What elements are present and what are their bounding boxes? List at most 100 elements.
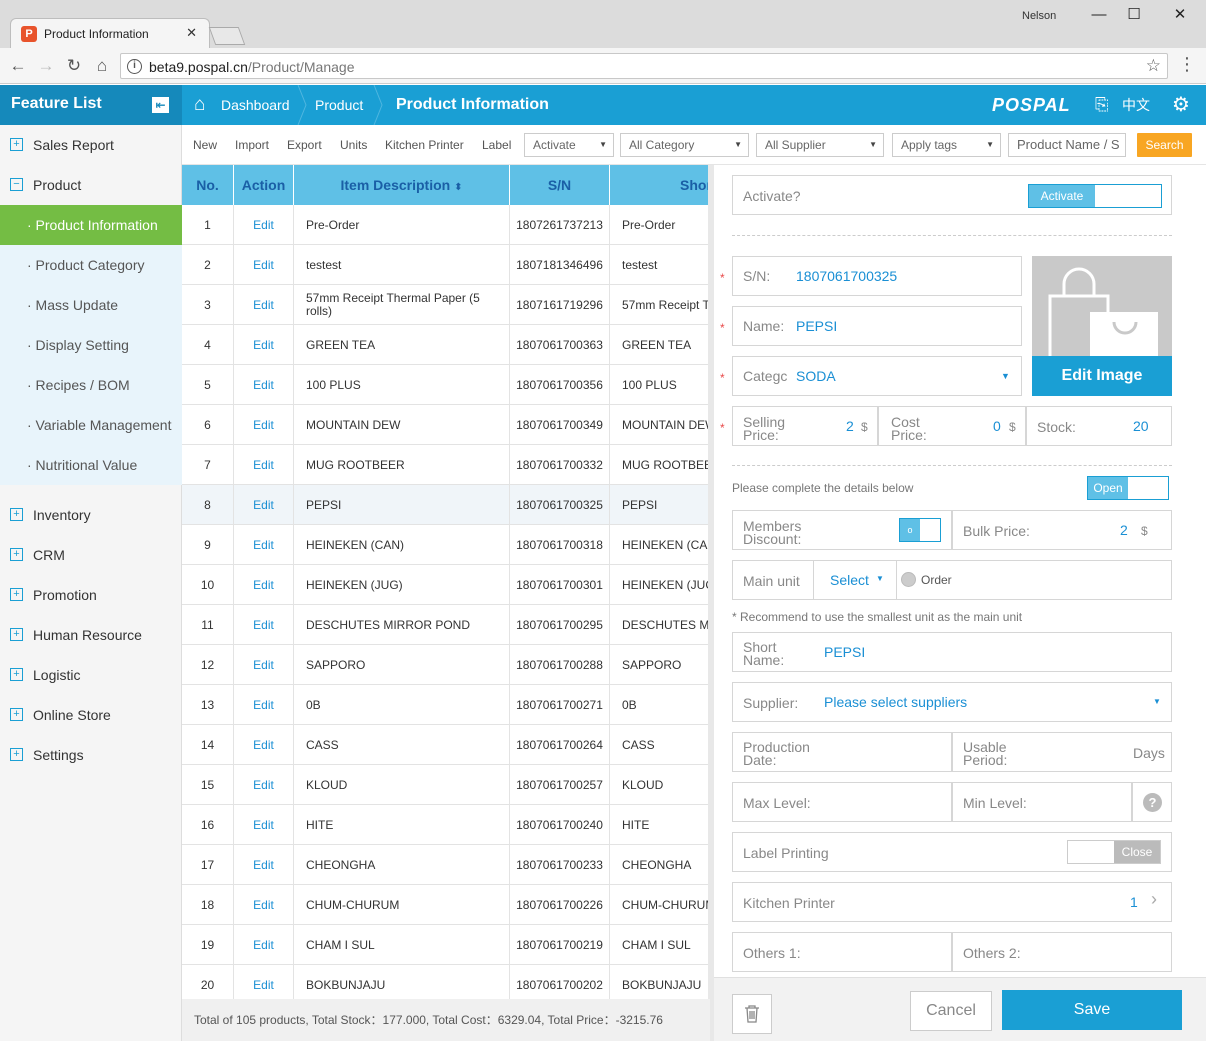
short-name-field[interactable]: Short Name: PEPSI — [732, 632, 1172, 672]
bookmark-star-icon[interactable]: ☆ — [1146, 56, 1161, 76]
home-outline-icon[interactable]: ⌂ — [194, 85, 205, 125]
close-window-icon[interactable]: ✕ — [1165, 4, 1195, 26]
breadcrumb-dashboard[interactable]: Dashboard — [221, 85, 290, 125]
others2-field[interactable]: Others 2: — [952, 932, 1172, 972]
table-row[interactable]: 19 Edit CHAM I SUL 1807061700219 CHAM I SUL — [182, 925, 710, 965]
selling-price-field[interactable]: Selling Price: 2 $ — [732, 406, 878, 446]
label-button[interactable]: Label — [482, 138, 511, 152]
sidebar-item-mass-update[interactable]: · Mass Update — [0, 285, 182, 325]
edit-link[interactable]: Edit — [253, 458, 274, 472]
max-level-field[interactable]: Max Level: — [732, 782, 952, 822]
minimize-icon[interactable]: — — [1084, 4, 1114, 26]
table-row[interactable]: 8 Edit PEPSI 1807061700325 PEPSI — [182, 485, 710, 525]
edit-link[interactable]: Edit — [253, 298, 274, 312]
activate-filter-select[interactable]: Activate ▼ — [524, 133, 614, 157]
table-row[interactable]: 17 Edit CHEONGHA 1807061700233 CHEONGHA — [182, 845, 710, 885]
edit-image-button[interactable]: Edit Image — [1032, 356, 1172, 396]
breadcrumb-product[interactable]: Product — [315, 85, 363, 125]
column-header-short-name[interactable]: Shor — [610, 165, 710, 205]
product-image[interactable]: Edit Image — [1032, 256, 1172, 396]
table-row[interactable]: 16 Edit HITE 1807061700240 HITE — [182, 805, 710, 845]
min-level-field[interactable]: Min Level: — [952, 782, 1132, 822]
edit-link[interactable]: Edit — [253, 258, 274, 272]
browser-tab[interactable]: P Product Information ✕ — [10, 18, 210, 48]
edit-link[interactable]: Edit — [253, 658, 274, 672]
units-button[interactable]: Units — [340, 138, 367, 152]
name-field[interactable]: Name: PEPSI — [732, 306, 1022, 346]
sidebar-item-product[interactable]: − Product — [0, 165, 182, 205]
reload-icon[interactable]: ↻ — [64, 56, 84, 76]
activate-toggle[interactable]: Activate — [1028, 184, 1162, 208]
details-open-toggle[interactable]: Open — [1087, 476, 1169, 500]
product-search-input[interactable]: Product Name / S — [1008, 133, 1126, 157]
tags-filter-select[interactable]: Apply tags ▼ — [892, 133, 1001, 157]
home-icon[interactable]: ⌂ — [92, 56, 112, 76]
table-row[interactable]: 2 Edit testest 1807181346496 testest — [182, 245, 710, 285]
forward-icon[interactable]: → — [36, 56, 56, 76]
table-row[interactable]: 3 Edit 57mm Receipt Thermal Paper (5 rolls… — [182, 285, 710, 325]
supplier-select[interactable]: Supplier: Please select suppliers ▼ — [732, 682, 1172, 722]
category-filter-select[interactable]: All Category ▼ — [620, 133, 749, 157]
usable-period-field[interactable]: Usable Period: Days — [952, 732, 1172, 772]
back-icon[interactable]: ← — [8, 56, 28, 76]
members-discount-toggle[interactable]: o — [899, 518, 941, 542]
column-header-no[interactable]: No. — [182, 165, 234, 205]
table-row[interactable]: 7 Edit MUG ROOTBEER 1807061700332 MUG ROOTBE… — [182, 445, 710, 485]
production-date-field[interactable]: Production Date: — [732, 732, 952, 772]
search-button[interactable]: Search — [1137, 133, 1192, 157]
table-row[interactable]: 9 Edit HEINEKEN (CAN) 1807061700318 HEINEKEN… — [182, 525, 710, 565]
export-button[interactable]: Export — [287, 138, 322, 152]
column-header-sn[interactable]: S/N — [510, 165, 610, 205]
browser-menu-icon[interactable]: ⋮ — [1178, 54, 1196, 75]
language-switch[interactable]: 中文 — [1122, 85, 1150, 125]
table-row[interactable]: 15 Edit KLOUD 1807061700257 KLOUD — [182, 765, 710, 805]
table-row[interactable]: 6 Edit MOUNTAIN DEW 1807061700349 MOUNTAIN D… — [182, 405, 710, 445]
new-tab-button[interactable] — [208, 27, 246, 45]
sidebar-item-inventory[interactable]: + Inventory — [0, 495, 182, 535]
table-row[interactable]: 18 Edit CHUM-CHURUM 1807061700226 CHUM-CHURU… — [182, 885, 710, 925]
edit-link[interactable]: Edit — [253, 738, 274, 752]
sidebar-item-online-store[interactable]: + Online Store — [0, 695, 182, 735]
order-radio[interactable] — [901, 572, 916, 587]
others1-field[interactable]: Others 1: — [732, 932, 952, 972]
table-row[interactable]: 5 Edit 100 PLUS 1807061700356 100 PLUS — [182, 365, 710, 405]
table-row[interactable]: 13 Edit 0B 1807061700271 0B — [182, 685, 710, 725]
label-printing-toggle[interactable]: Close — [1067, 840, 1161, 864]
sidebar-item-crm[interactable]: + CRM — [0, 535, 182, 575]
sidebar-item-settings[interactable]: + Settings — [0, 735, 182, 775]
sidebar-item-variable-management[interactable]: · Variable Management — [0, 405, 182, 445]
sidebar-item-logistic[interactable]: + Logistic — [0, 655, 182, 695]
edit-link[interactable]: Edit — [253, 538, 274, 552]
edit-link[interactable]: Edit — [253, 498, 274, 512]
kitchen-printer-field[interactable]: Kitchen Printer 1 › — [732, 882, 1172, 922]
edit-link[interactable]: Edit — [253, 858, 274, 872]
sidebar-item-product-category[interactable]: · Product Category — [0, 245, 182, 285]
supplier-filter-select[interactable]: All Supplier ▼ — [756, 133, 884, 157]
bulk-price-field[interactable]: Bulk Price: 2 $ — [952, 510, 1172, 550]
sidebar-item-human-resource[interactable]: + Human Resource — [0, 615, 182, 655]
main-unit-select[interactable]: Select ▼ — [813, 561, 897, 599]
sn-field[interactable]: S/N: 1807061700325 — [732, 256, 1022, 296]
cost-price-field[interactable]: Cost Price: 0 $ — [878, 406, 1026, 446]
edit-link[interactable]: Edit — [253, 578, 274, 592]
close-tab-icon[interactable]: ✕ — [186, 25, 197, 41]
profile-name[interactable]: Nelson — [1022, 10, 1056, 22]
edit-link[interactable]: Edit — [253, 978, 274, 992]
edit-link[interactable]: Edit — [253, 218, 274, 232]
edit-link[interactable]: Edit — [253, 698, 274, 712]
table-row[interactable]: 14 Edit CASS 1807061700264 CASS — [182, 725, 710, 765]
sidebar-item-product-information[interactable]: · Product Information — [0, 205, 182, 245]
info-icon[interactable]: i — [127, 59, 142, 74]
category-select[interactable]: Categc SODA ▼ — [732, 356, 1022, 396]
column-header-item-description[interactable]: Item Description ⬍ — [294, 165, 510, 205]
table-row[interactable]: 20 Edit BOKBUNJAJU 1807061700202 BOKBUNJAJU — [182, 965, 710, 999]
sidebar-item-sales-report[interactable]: + Sales Report — [0, 125, 182, 165]
help-button[interactable]: ? — [1132, 782, 1172, 822]
import-button[interactable]: Import — [235, 138, 269, 152]
kitchen-printer-button[interactable]: Kitchen Printer — [385, 138, 464, 152]
table-row[interactable]: 4 Edit GREEN TEA 1807061700363 GREEN TEA — [182, 325, 710, 365]
sidebar-item-promotion[interactable]: + Promotion — [0, 575, 182, 615]
language-icon[interactable]: ⎘ — [1095, 85, 1109, 125]
edit-link[interactable]: Edit — [253, 338, 274, 352]
edit-link[interactable]: Edit — [253, 378, 274, 392]
